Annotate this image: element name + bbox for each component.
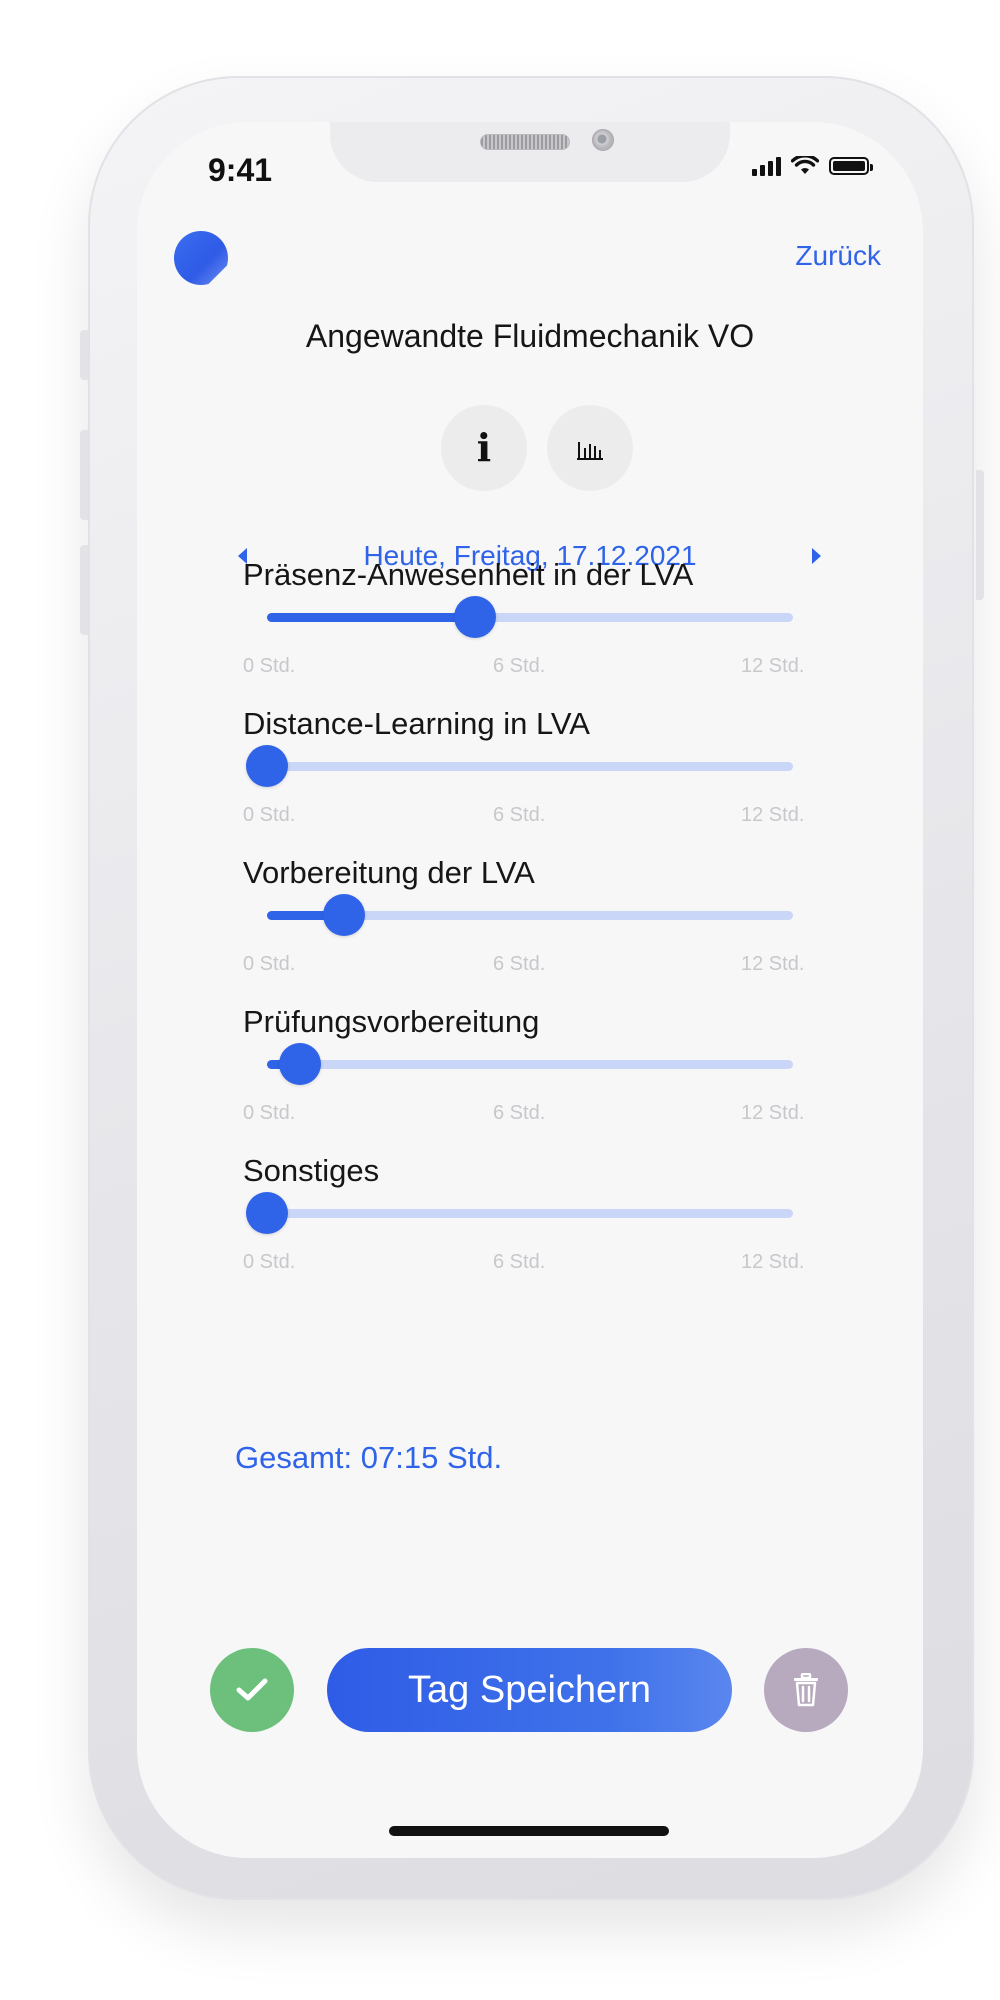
scale-max-label: 12 Std. (741, 953, 805, 975)
slider-thumb[interactable] (278, 1043, 321, 1085)
activity-label: Vorbereitung der LVA (243, 855, 535, 890)
slider-fill (267, 613, 476, 622)
slider-thumb[interactable] (322, 894, 365, 936)
volume-up-button (80, 430, 88, 520)
power-button (976, 470, 984, 600)
home-indicator (389, 1826, 669, 1836)
scale-mid-label: 6 Std. (493, 804, 546, 826)
info-icon: i (476, 425, 492, 470)
slider-thumb[interactable] (246, 1192, 288, 1234)
slider-thumb[interactable] (454, 596, 497, 638)
save-day-button[interactable]: Tag Speichern (327, 1648, 732, 1732)
activity-row: Sonstiges 0 Std. 6 Std. 12 Std. (137, 1153, 923, 1303)
total-hours: Gesamt: 07:15 Std. (235, 1440, 503, 1475)
activity-row: Präsenz-Anwesenheit in der LVA 0 Std. 6 … (137, 557, 923, 707)
activity-label: Sonstiges (243, 1153, 380, 1188)
speaker-grille (480, 134, 570, 150)
activity-row: Vorbereitung der LVA 0 Std. 6 Std. 12 St… (137, 855, 923, 1005)
scale-max-label: 12 Std. (741, 655, 805, 677)
scale-min-label: 0 Std. (243, 953, 296, 975)
scale-mid-label: 6 Std. (493, 1251, 546, 1273)
stats-button[interactable] (547, 405, 633, 491)
activity-row: Prüfungsvorbereitung 0 Std. 6 Std. 12 St… (137, 1004, 923, 1154)
activity-label: Distance-Learning in LVA (243, 706, 590, 741)
scale-min-label: 0 Std. (243, 655, 296, 677)
hours-slider[interactable] (267, 1043, 793, 1085)
activity-label: Prüfungsvorbereitung (243, 1004, 540, 1039)
notch (330, 122, 730, 182)
hours-slider[interactable] (267, 596, 793, 638)
activity-label: Präsenz-Anwesenheit in der LVA (243, 557, 694, 592)
bar-chart-icon (577, 442, 603, 460)
scale-max-label: 12 Std. (741, 1102, 805, 1124)
status-icons (752, 156, 873, 176)
checkmark-icon (236, 1678, 268, 1701)
scale-mid-label: 6 Std. (493, 953, 546, 975)
signal-icon (752, 156, 781, 176)
scale-min-label: 0 Std. (243, 1251, 296, 1273)
hours-slider[interactable] (246, 1192, 793, 1234)
back-link[interactable]: Zurück (795, 240, 881, 272)
course-title: Angewandte Fluidmechanik VO (305, 318, 755, 354)
trash-icon (794, 1673, 818, 1707)
confirm-button[interactable] (210, 1648, 294, 1732)
slider-thumb[interactable] (246, 745, 288, 787)
delete-button[interactable] (764, 1648, 848, 1732)
activity-row: Distance-Learning in LVA 0 Std. 6 Std. 1… (137, 706, 923, 856)
battery-icon (829, 157, 873, 175)
scale-min-label: 0 Std. (243, 804, 296, 826)
scale-mid-label: 6 Std. (493, 655, 546, 677)
scale-max-label: 12 Std. (741, 1251, 805, 1273)
status-time: 9:41 (208, 152, 273, 188)
front-camera (592, 129, 614, 151)
scale-max-label: 12 Std. (741, 804, 805, 826)
mute-switch (80, 330, 88, 380)
hours-slider[interactable] (267, 894, 793, 936)
app-screen: 9:41 Zurück Angewandte Fluidmechanik VO … (137, 122, 923, 1858)
app-logo (174, 231, 228, 285)
info-button[interactable]: i (441, 405, 527, 491)
hours-slider[interactable] (246, 745, 793, 787)
wifi-icon (791, 156, 819, 174)
scale-mid-label: 6 Std. (493, 1102, 546, 1124)
scale-min-label: 0 Std. (243, 1102, 296, 1124)
volume-down-button (80, 545, 88, 635)
